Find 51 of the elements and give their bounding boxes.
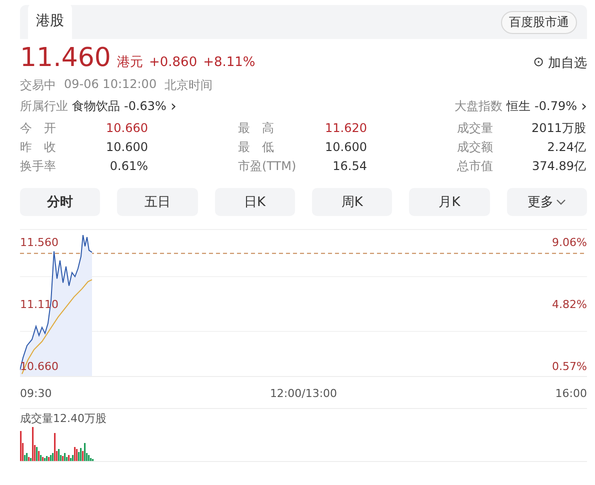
period-tab[interactable]: 分时 — [20, 188, 100, 216]
stat-value: 0.61% — [110, 158, 148, 174]
stat-label: 成交额 — [457, 139, 493, 155]
index-label: 大盘指数 — [454, 98, 503, 114]
chevron-icon[interactable]: › — [581, 97, 587, 115]
plus-circle-icon: ⊙ — [533, 55, 544, 70]
stat-label: 昨 收 — [20, 139, 56, 155]
percent-axis-label: 0.57% — [552, 360, 587, 373]
stat-label: 成交量 — [457, 120, 493, 136]
stat-value: 10.660 — [106, 120, 148, 136]
stat-value: 2.24亿 — [547, 139, 586, 155]
stat-value: 11.620 — [325, 120, 367, 136]
stat-label: 换手率 — [20, 158, 56, 174]
stat-value: 10.600 — [325, 139, 367, 155]
time-axis-label: 12:00/13:00 — [270, 387, 338, 400]
stat-label: 最 低 — [238, 139, 274, 155]
index-name[interactable]: 恒生 — [506, 98, 531, 114]
index-change: -0.79% — [534, 99, 577, 113]
industry-change: -0.63% — [124, 99, 166, 113]
percent-change: +8.11% — [203, 55, 256, 70]
stat-label: 市盈(TTM) — [238, 158, 296, 174]
industry-label: 所属行业 — [20, 98, 68, 114]
period-tab[interactable]: 日K — [214, 188, 295, 216]
period-tab[interactable]: 更多 — [506, 188, 587, 216]
period-tab[interactable]: 月K — [409, 188, 490, 216]
stat-value: 16.54 — [332, 158, 367, 174]
price-change: +0.860 — [148, 55, 198, 70]
quote-time: 09-06 10:12:00 — [64, 77, 157, 93]
time-axis-label: 09:30 — [20, 387, 52, 400]
stat-value: 2011万股 — [531, 120, 586, 136]
percent-axis-label: 4.82% — [552, 298, 587, 311]
percent-axis-label: 9.06% — [552, 236, 587, 249]
time-axis-label: 16:00 — [555, 387, 587, 400]
stat-label: 总市值 — [457, 158, 493, 174]
add-watchlist-button[interactable]: ⊙ 加自选 — [533, 54, 587, 72]
service-button[interactable]: 百度股市通 — [501, 10, 577, 34]
currency-label: 港元 — [116, 54, 143, 71]
period-tab[interactable]: 周K — [312, 188, 392, 216]
industry-name[interactable]: 食物饮品 — [72, 98, 120, 114]
chevron-icon[interactable]: › — [170, 97, 176, 115]
stat-label: 今 开 — [20, 120, 56, 136]
stat-value: 10.600 — [106, 139, 148, 155]
stat-label: 最 高 — [238, 120, 274, 136]
price-axis-label: 11.560 — [20, 236, 58, 249]
market-tab[interactable]: 港股 — [28, 3, 72, 39]
timezone-label: 北京时间 — [164, 77, 213, 94]
trading-status: 交易中 — [20, 77, 56, 94]
volume-label: 成交量12.40万股 — [20, 411, 108, 425]
period-tab[interactable]: 五日 — [117, 188, 198, 216]
stat-value: 374.89亿 — [532, 158, 586, 174]
stock-price: 11.460 — [20, 43, 111, 73]
